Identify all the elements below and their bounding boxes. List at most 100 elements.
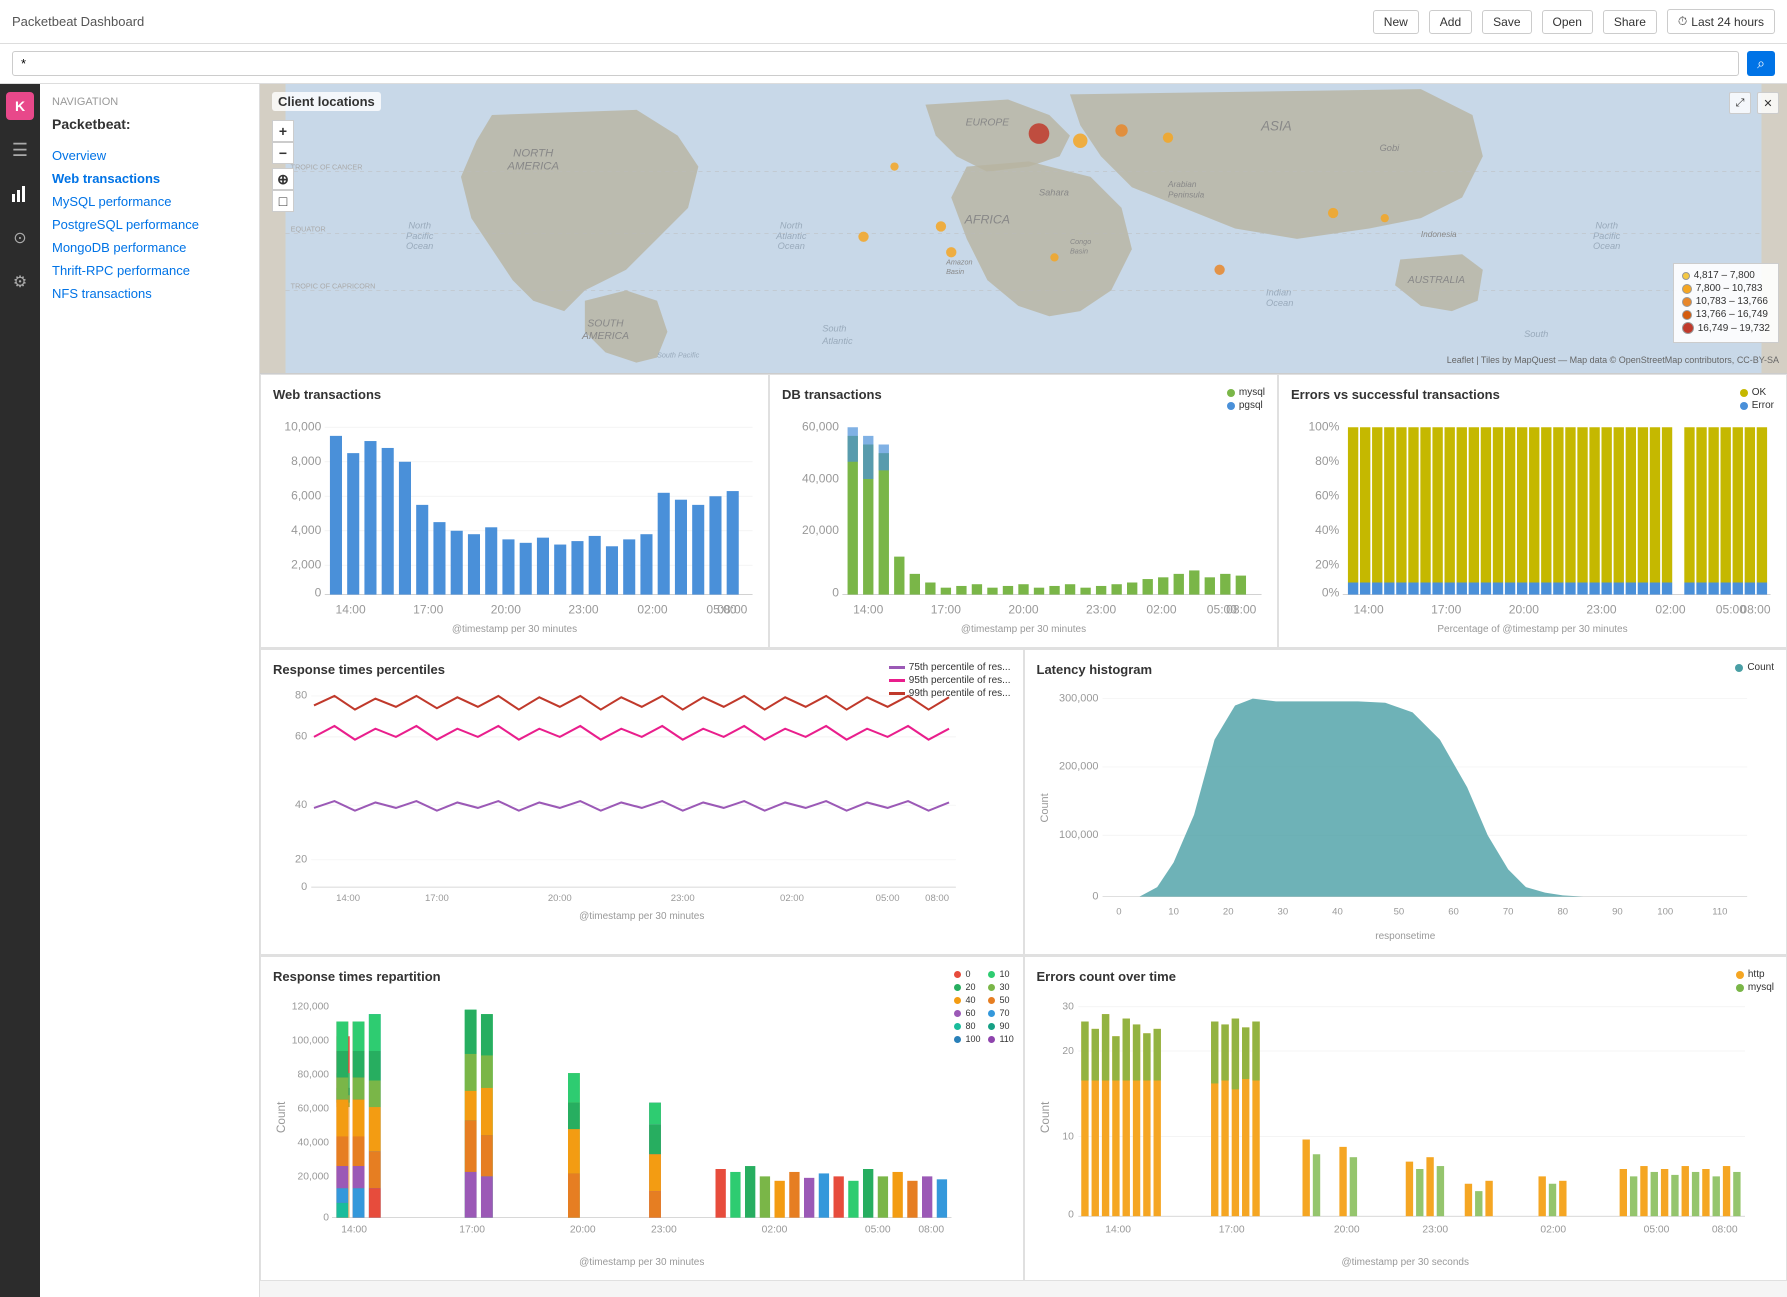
svg-text:South Pacific: South Pacific bbox=[657, 351, 700, 360]
nav-link-postgresql[interactable]: PostgreSQL performance bbox=[52, 213, 247, 236]
svg-text:40,000: 40,000 bbox=[802, 471, 839, 485]
ok-dot bbox=[1740, 389, 1748, 397]
svg-text:02:00: 02:00 bbox=[1540, 1224, 1566, 1235]
svg-text:80: 80 bbox=[1557, 906, 1568, 917]
map-reset-button[interactable]: ⊕ bbox=[272, 168, 294, 190]
dot-60 bbox=[954, 1010, 961, 1017]
menu-icon[interactable]: ☰ bbox=[6, 136, 34, 164]
svg-text:TROPIC OF CANCER: TROPIC OF CANCER bbox=[291, 163, 363, 172]
search-button[interactable]: ⌕ bbox=[1747, 51, 1775, 76]
nav-section: Packetbeat: bbox=[52, 116, 247, 132]
svg-text:0: 0 bbox=[832, 585, 839, 599]
map-zoom-controls: + − ⊕ □ bbox=[272, 120, 294, 212]
svg-text:100: 100 bbox=[1657, 906, 1673, 917]
svg-text:2,000: 2,000 bbox=[291, 558, 321, 572]
map-zoom-selection-button[interactable]: □ bbox=[272, 190, 294, 212]
svg-text:AMERICA: AMERICA bbox=[581, 331, 629, 342]
chart-icon[interactable] bbox=[6, 180, 34, 208]
svg-text:6,000: 6,000 bbox=[291, 489, 321, 503]
svg-text:50: 50 bbox=[1393, 906, 1404, 917]
svg-text:Peninsula: Peninsula bbox=[1168, 191, 1205, 200]
target-icon[interactable]: ⊙ bbox=[6, 224, 34, 252]
legend-30: 30 bbox=[988, 982, 1014, 992]
svg-text:Atlantic: Atlantic bbox=[821, 336, 853, 346]
http-label: http bbox=[1748, 969, 1765, 980]
nav-link-nfs[interactable]: NFS transactions bbox=[52, 282, 247, 305]
legend-dot-1 bbox=[1682, 272, 1690, 280]
legend-item-5: 16,749 – 19,732 bbox=[1682, 322, 1770, 334]
open-button[interactable]: Open bbox=[1542, 10, 1593, 34]
svg-text:0%: 0% bbox=[1322, 585, 1340, 599]
svg-text:100,000: 100,000 bbox=[292, 1036, 330, 1047]
svg-text:08:00: 08:00 bbox=[925, 893, 949, 904]
map-close-icon[interactable]: ✕ bbox=[1757, 92, 1779, 114]
svg-text:02:00: 02:00 bbox=[780, 893, 804, 904]
svg-text:20: 20 bbox=[295, 854, 307, 866]
svg-text:Pacific: Pacific bbox=[1593, 231, 1621, 241]
dot-20 bbox=[954, 984, 961, 991]
nav-link-thrift[interactable]: Thrift-RPC performance bbox=[52, 259, 247, 282]
new-button[interactable]: New bbox=[1373, 10, 1419, 34]
legend-range-1: 4,817 – 7,800 bbox=[1694, 270, 1755, 281]
svg-text:02:00: 02:00 bbox=[637, 603, 667, 617]
map-title: Client locations bbox=[272, 92, 381, 111]
99th-label: 99th percentile of res... bbox=[909, 688, 1011, 699]
svg-text:17:00: 17:00 bbox=[425, 893, 449, 904]
svg-text:14:00: 14:00 bbox=[341, 1224, 367, 1235]
svg-text:NORTH: NORTH bbox=[513, 147, 554, 159]
time-picker-button[interactable]: ⏱ Last 24 hours bbox=[1667, 9, 1775, 34]
svg-text:0: 0 bbox=[315, 585, 322, 599]
svg-text:20,000: 20,000 bbox=[802, 523, 839, 537]
svg-text:0: 0 bbox=[1068, 1210, 1074, 1221]
svg-text:Amazon: Amazon bbox=[945, 258, 972, 267]
svg-text:05:00: 05:00 bbox=[876, 893, 900, 904]
map-zoom-out-button[interactable]: − bbox=[272, 142, 294, 164]
web-transactions-x-label: @timestamp per 30 minutes bbox=[273, 624, 756, 635]
svg-text:17:00: 17:00 bbox=[459, 1224, 485, 1235]
mysql-errors-dot bbox=[1736, 984, 1744, 992]
settings-icon[interactable]: ⚙ bbox=[6, 268, 34, 296]
map-expand-icon[interactable]: ⤢ bbox=[1729, 92, 1751, 114]
svg-text:60,000: 60,000 bbox=[802, 420, 839, 434]
95th-label: 95th percentile of res... bbox=[909, 675, 1011, 686]
svg-text:0: 0 bbox=[1092, 890, 1098, 902]
svg-text:60: 60 bbox=[1448, 906, 1459, 917]
nav-link-web-transactions[interactable]: Web transactions bbox=[52, 167, 247, 190]
svg-text:20: 20 bbox=[1222, 906, 1233, 917]
pgsql-dot bbox=[1227, 402, 1235, 410]
map-zoom-in-button[interactable]: + bbox=[272, 120, 294, 142]
svg-text:AMERICA: AMERICA bbox=[506, 161, 559, 173]
svg-text:23:00: 23:00 bbox=[671, 893, 695, 904]
charts-row-1: Web transactions 10,000 8,000 6,000 4,00… bbox=[260, 374, 1787, 649]
content-area: Client locations ⤢ ✕ + − ⊕ □ bbox=[260, 84, 1787, 1297]
search-input[interactable] bbox=[12, 51, 1739, 76]
save-button[interactable]: Save bbox=[1482, 10, 1531, 34]
http-dot bbox=[1736, 971, 1744, 979]
legend-count: Count bbox=[1735, 662, 1774, 673]
svg-text:02:00: 02:00 bbox=[1655, 603, 1685, 617]
repartition-title: Response times repartition bbox=[273, 969, 1011, 984]
brand-icon[interactable]: K bbox=[6, 92, 34, 120]
charts-row-3: Response times repartition 0 10 20 30 40… bbox=[260, 956, 1787, 1281]
errors-count-panel: Errors count over time http mysql 30 20 bbox=[1024, 956, 1787, 1281]
nav-link-overview[interactable]: Overview bbox=[52, 144, 247, 167]
sidebar: K ☰ ⊙ ⚙ bbox=[0, 84, 40, 1297]
errors-chart: 100% 80% 60% 40% 20% 0% /* bars rendered… bbox=[1291, 410, 1774, 617]
errors-x-label: Percentage of @timestamp per 30 minutes bbox=[1291, 624, 1774, 635]
svg-text:South: South bbox=[822, 324, 846, 334]
svg-text:SOUTH: SOUTH bbox=[587, 319, 624, 330]
nav-link-mysql[interactable]: MySQL performance bbox=[52, 190, 247, 213]
share-button[interactable]: Share bbox=[1603, 10, 1657, 34]
svg-text:23:00: 23:00 bbox=[1586, 603, 1616, 617]
add-button[interactable]: Add bbox=[1429, 10, 1472, 34]
main-layout: K ☰ ⊙ ⚙ Navigation Packetbeat: Overview … bbox=[0, 84, 1787, 1297]
errors-count-x-label: @timestamp per 30 seconds bbox=[1037, 1257, 1775, 1268]
nav-link-mongodb[interactable]: MongoDB performance bbox=[52, 236, 247, 259]
legend-60: 60 bbox=[954, 1008, 980, 1018]
svg-text:200,000: 200,000 bbox=[1059, 761, 1098, 773]
response-times-legend: 75th percentile of res... 95th percentil… bbox=[889, 662, 1011, 701]
db-transactions-chart: 60,000 40,000 20,000 0 bbox=[782, 410, 1265, 617]
svg-text:Ocean: Ocean bbox=[406, 241, 433, 251]
svg-text:02:00: 02:00 bbox=[1146, 603, 1176, 617]
top-bar: Packetbeat Dashboard New Add Save Open S… bbox=[0, 0, 1787, 44]
